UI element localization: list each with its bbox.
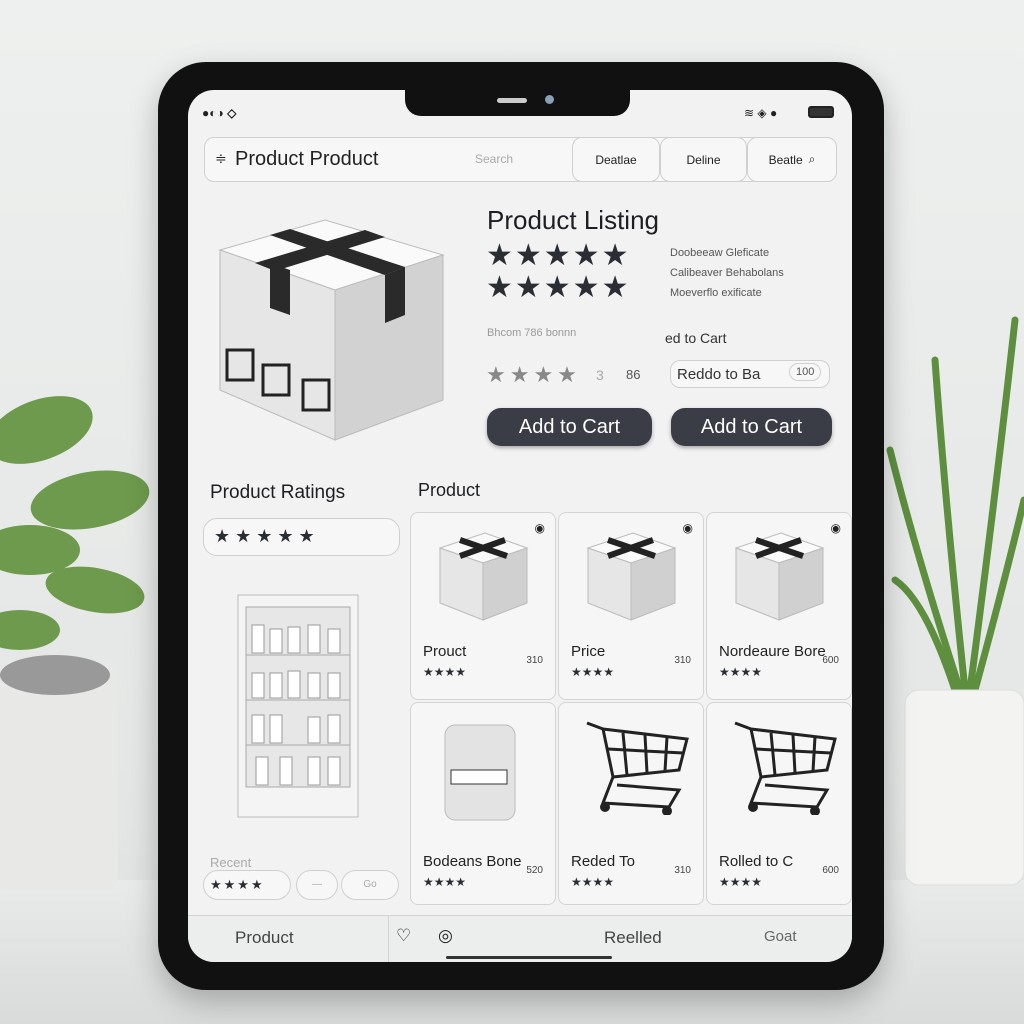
product-box-thumbnail xyxy=(734,532,825,621)
recent-chip-2[interactable]: Go xyxy=(341,870,399,900)
rating-count: 3 xyxy=(596,367,604,383)
filter-button-1[interactable]: Deatlae xyxy=(572,137,660,182)
detail-line: Moeverflo exificate xyxy=(670,287,762,299)
product-name: Price xyxy=(571,643,606,660)
recent-stars: ★★★★ xyxy=(210,877,265,892)
product-name: Nordeaure Bore xyxy=(719,643,826,660)
quantity-value[interactable]: 100 xyxy=(789,363,822,381)
ratings-stars: ★★★★★ xyxy=(214,526,320,546)
small-rating-stars: ★★★★ xyxy=(486,362,581,387)
product-stars: ★★★★ xyxy=(719,665,763,679)
nav-item-product[interactable]: Product xyxy=(235,928,294,948)
filter-icon: ≑ xyxy=(215,150,227,166)
plant-right-decoration xyxy=(886,316,1024,886)
recent-chip-1[interactable]: — xyxy=(296,870,338,900)
shopping-cart-image xyxy=(734,721,837,816)
product-box-thumbnail xyxy=(586,532,677,621)
bottom-nav: Product ♡ ◎ Reelled Goat xyxy=(188,915,852,962)
product-stars: ★★★★ xyxy=(571,665,615,679)
battery-icon xyxy=(808,106,834,118)
filter-button-2[interactable]: Deline xyxy=(660,137,747,182)
plant-left-decoration xyxy=(0,396,150,890)
home-indicator xyxy=(446,956,612,959)
product-stars: ★★★★ xyxy=(423,875,467,889)
product-card[interactable]: ◉ Nordeaure Bore ★★★★ 600 xyxy=(706,512,852,700)
detail-line: Calibeaver Behabolans xyxy=(670,267,784,279)
filter-button-3[interactable]: Beatle ⌕ xyxy=(747,137,837,182)
search-title: Product Product xyxy=(235,148,379,170)
search-placeholder[interactable]: Search xyxy=(475,152,513,166)
quantity-label: Reddo to Ba xyxy=(677,366,761,383)
recent-rating[interactable]: ★★★★ xyxy=(203,870,291,900)
listing-meta: Bhcom 786 bonnn xyxy=(487,327,577,339)
product-card[interactable]: Reded To ★★★★ 310 xyxy=(558,702,704,905)
recent-label: Recent xyxy=(210,855,252,870)
add-to-cart-link[interactable]: ed to Cart xyxy=(665,330,726,346)
grid-title: Product xyxy=(418,480,481,500)
nav-item-goat[interactable]: Goat xyxy=(764,928,797,945)
product-price: 520 xyxy=(526,865,543,876)
product-price: 310 xyxy=(526,655,543,666)
product-price: 310 xyxy=(674,865,691,876)
tablet-screen: ●◐◑ ◇ ≋ ◈ ● ≑ Product Product Search Dea… xyxy=(188,90,852,962)
shopping-cart-image xyxy=(586,721,689,816)
product-name: Bodeans Bone xyxy=(423,853,522,870)
product-stars: ★★★★ xyxy=(571,875,615,889)
profile-icon[interactable]: ◎ xyxy=(438,926,453,946)
status-icons-right: ≋ ◈ ● xyxy=(744,106,778,120)
rating-extra: 86 xyxy=(626,367,641,382)
product-card[interactable]: Bodeans Bone ★★★★ 520 xyxy=(410,702,556,905)
detail-line: Doobeeaw Gleficate xyxy=(670,247,770,259)
product-name: Rolled to C xyxy=(719,853,794,870)
product-card[interactable]: Rolled to C ★★★★ 600 xyxy=(706,702,852,905)
product-box-image xyxy=(218,219,445,441)
search-icon: ⌕ xyxy=(808,152,816,166)
favorite-icon[interactable]: ◉ xyxy=(831,521,841,535)
product-price: 600 xyxy=(822,865,839,876)
camera-notch xyxy=(405,90,630,116)
product-box-thumbnail xyxy=(438,532,529,621)
ratings-filter[interactable]: ★★★★★ xyxy=(203,518,400,556)
product-stars: ★★★★ xyxy=(719,875,763,889)
rating-stars-row-1: ★★★★★ xyxy=(486,239,631,272)
store-shelf-image xyxy=(237,594,359,818)
rating-stars-row-2: ★★★★★ xyxy=(486,271,631,304)
filter-label: Beatle xyxy=(768,152,803,167)
nav-item-reelled[interactable]: Reelled xyxy=(604,928,662,948)
fabric-box-image xyxy=(444,724,516,821)
favorite-icon[interactable]: ◉ xyxy=(683,521,693,535)
favorite-icon[interactable]: ◉ xyxy=(535,521,545,535)
product-price: 310 xyxy=(674,655,691,666)
ratings-title: Product Ratings xyxy=(210,482,346,503)
product-name: Reded To xyxy=(571,853,635,870)
listing-title: Product Listing xyxy=(487,205,659,235)
add-to-cart-button-2[interactable]: Add to Cart xyxy=(671,408,832,446)
location-icon[interactable]: ♡ xyxy=(396,926,411,946)
search-bar[interactable]: ≑ Product Product Search Deatlae Deline … xyxy=(204,137,837,182)
product-name: Prouct xyxy=(423,643,467,660)
product-card[interactable]: ◉ Price ★★★★ 310 xyxy=(558,512,704,700)
add-to-cart-button[interactable]: Add to Cart xyxy=(487,408,652,446)
product-card[interactable]: ◉ Prouct ★★★★ 310 xyxy=(410,512,556,700)
quantity-selector[interactable]: Reddo to Ba 100 xyxy=(670,360,830,388)
product-stars: ★★★★ xyxy=(423,665,467,679)
status-icons-left: ●◐◑ ◇ xyxy=(202,106,237,120)
product-price: 600 xyxy=(822,655,839,666)
